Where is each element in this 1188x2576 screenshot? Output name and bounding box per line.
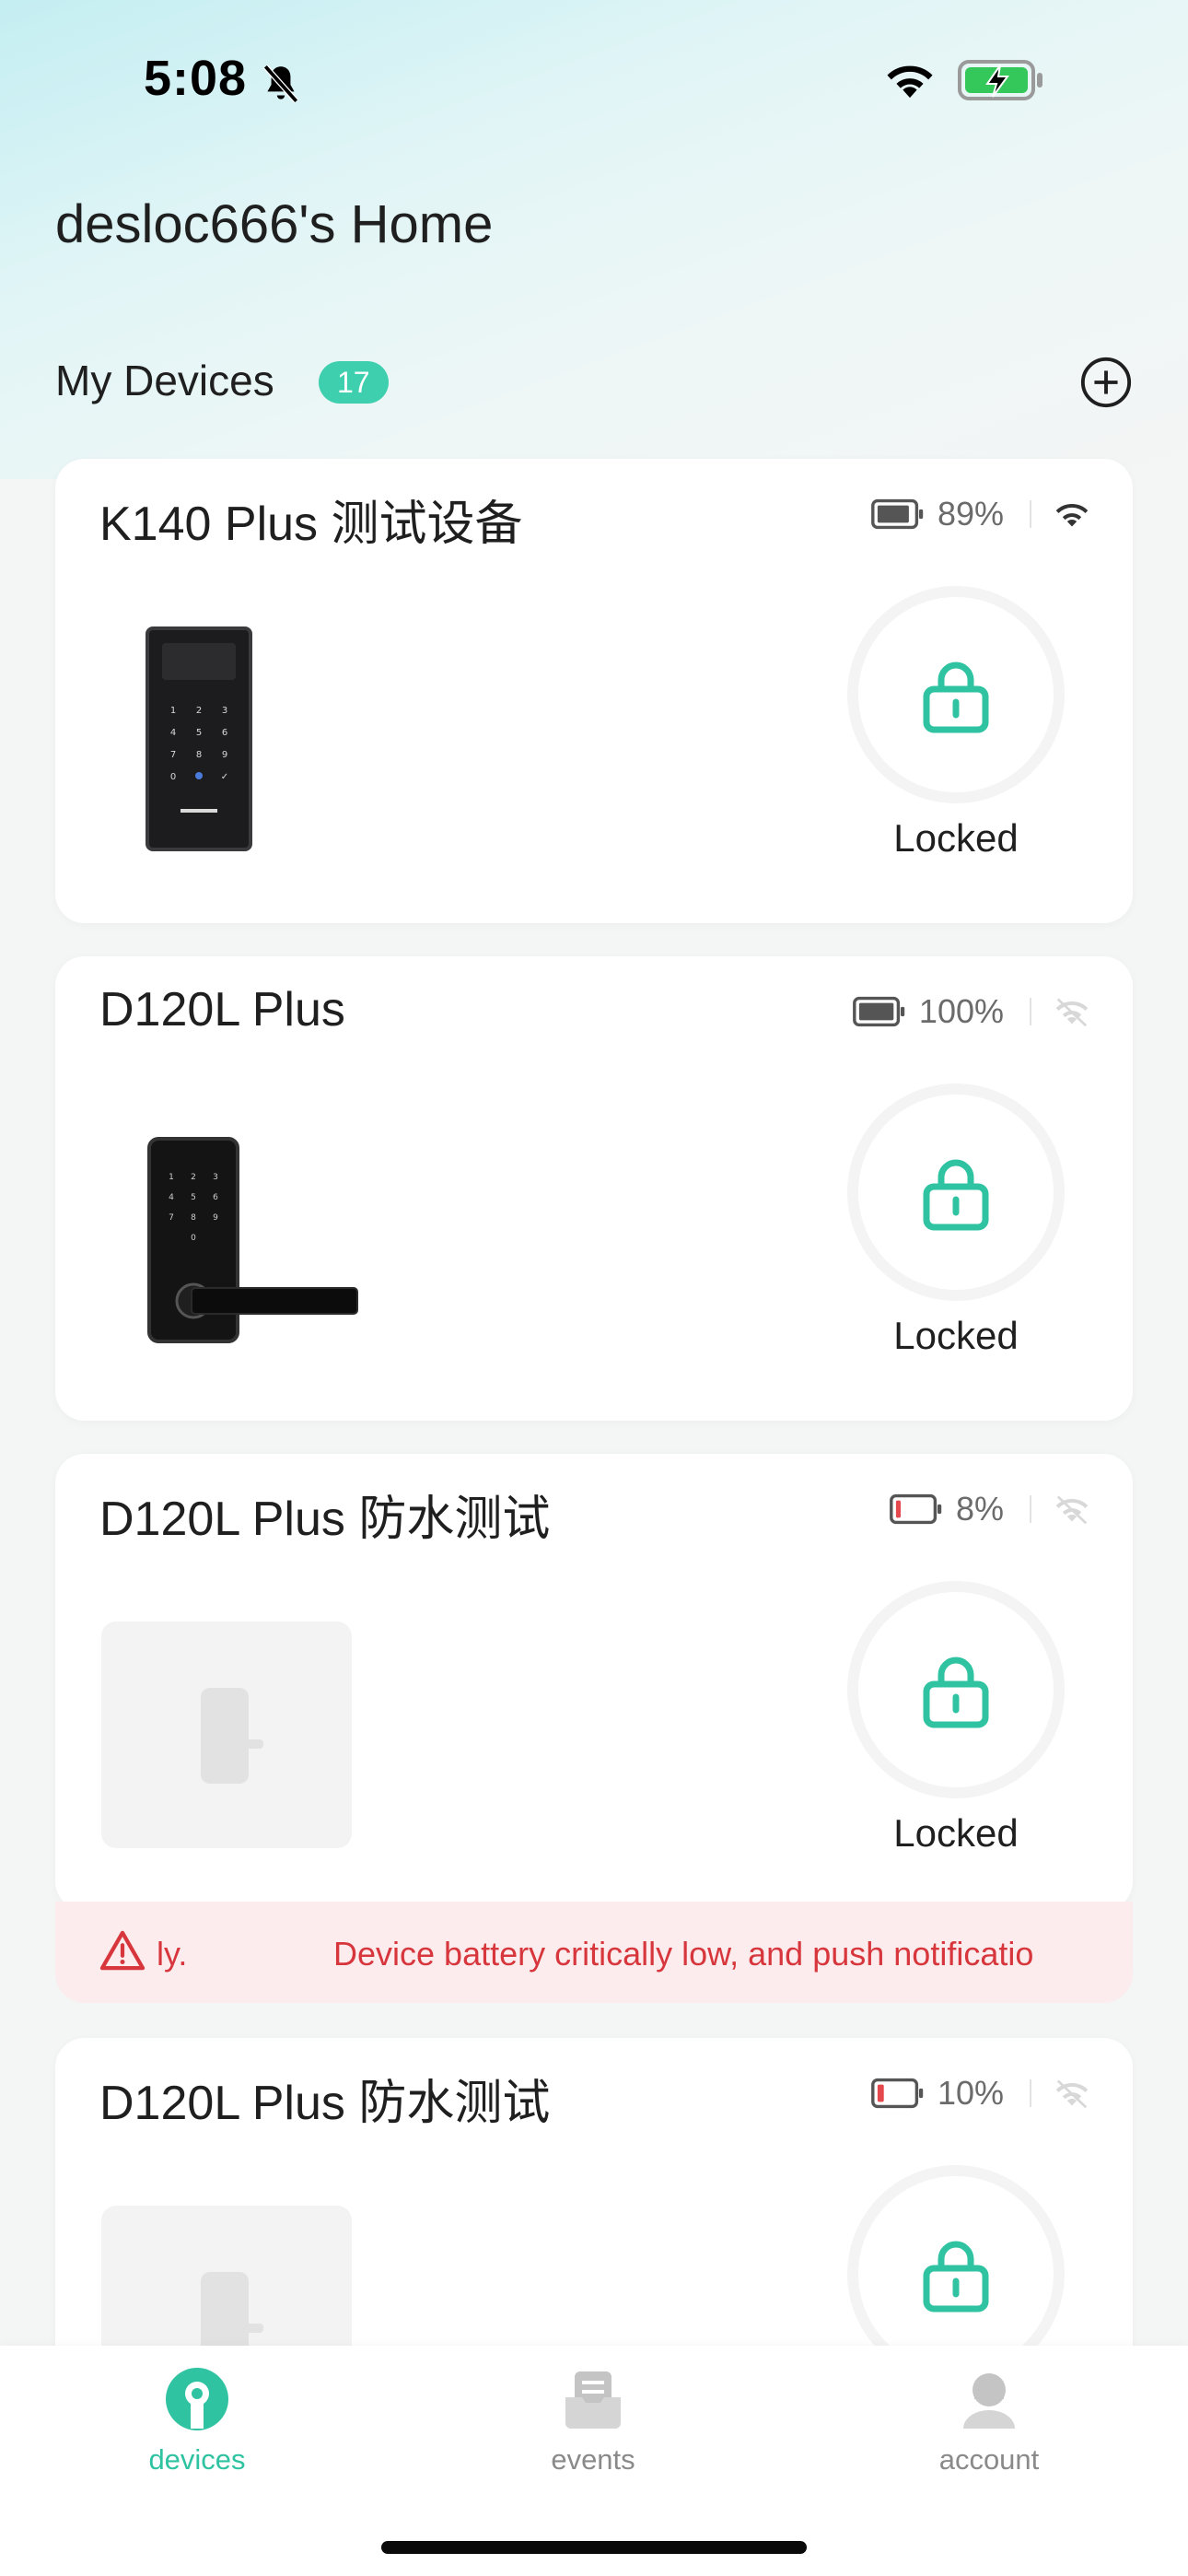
lock-toggle-button[interactable] bbox=[858, 2176, 1054, 2371]
device-status: 8% bbox=[890, 1490, 1092, 1528]
divider bbox=[1030, 998, 1031, 1025]
battery-icon bbox=[853, 996, 905, 1027]
svg-text:3: 3 bbox=[213, 1173, 218, 1182]
svg-text:6: 6 bbox=[213, 1193, 218, 1202]
home-indicator[interactable] bbox=[381, 2541, 807, 2554]
battery-charging-icon bbox=[958, 60, 1042, 100]
door-lock-icon bbox=[201, 1688, 263, 1784]
wifi-off-icon bbox=[1055, 2079, 1089, 2109]
device-name: D120L Plus bbox=[99, 983, 345, 1036]
devices-icon bbox=[166, 2368, 228, 2430]
lock-toggle-button[interactable] bbox=[858, 597, 1054, 792]
alert-text: Device battery critically low, and push … bbox=[333, 1935, 1034, 1973]
svg-text:7: 7 bbox=[170, 750, 176, 760]
battery-percent: 100% bbox=[918, 992, 1004, 1030]
svg-text:4: 4 bbox=[170, 728, 176, 738]
tab-label: events bbox=[551, 2443, 635, 2476]
wifi-icon bbox=[887, 65, 933, 99]
svg-text:5: 5 bbox=[196, 728, 202, 738]
svg-text:8: 8 bbox=[191, 1213, 196, 1223]
device-name: D120L Plus 防水测试 bbox=[99, 2077, 551, 2130]
lock-state-label: Locked bbox=[893, 816, 1019, 860]
battery-low-icon bbox=[890, 1493, 942, 1525]
divider bbox=[1030, 500, 1031, 528]
tab-devices[interactable]: devices bbox=[87, 2366, 308, 2495]
svg-text:0: 0 bbox=[170, 772, 176, 782]
device-name: D120L Plus 防水测试 bbox=[99, 1493, 551, 1546]
device-card[interactable]: D120L Plus 防水测试 8% Locked bbox=[55, 1454, 1133, 1911]
battery-percent: 10% bbox=[937, 2074, 1004, 2112]
alert-text-fragment: ly. bbox=[157, 1935, 188, 1973]
lock-icon bbox=[923, 1657, 989, 1728]
svg-text:✓: ✓ bbox=[221, 772, 228, 782]
wifi-off-icon bbox=[1055, 998, 1089, 1027]
lock-toggle-button[interactable] bbox=[858, 1095, 1054, 1290]
divider bbox=[1030, 2079, 1031, 2107]
device-placeholder-image bbox=[101, 1622, 352, 1848]
smart-lock-lever-image: 1 2 3 4 5 6 7 8 9 0 bbox=[147, 1137, 358, 1343]
svg-text:9: 9 bbox=[222, 750, 227, 760]
battery-low-icon bbox=[871, 2078, 924, 2109]
status-bar: 5:08 bbox=[0, 0, 1188, 157]
lock-toggle-button[interactable] bbox=[858, 1592, 1054, 1787]
wifi-off-icon bbox=[1055, 1495, 1089, 1525]
svg-text:2: 2 bbox=[191, 1173, 196, 1182]
lock-state-label: Locked bbox=[893, 1314, 1019, 1357]
device-status: 89% bbox=[871, 495, 1092, 533]
device-card[interactable]: K140 Plus 测试设备 89% 1 2 3 4 5 6 7 8 9 0 ✓ Locke… bbox=[55, 459, 1133, 923]
my-devices-header: My Devices 17 bbox=[55, 350, 1133, 415]
divider bbox=[1030, 1495, 1031, 1523]
bell-slash-icon bbox=[262, 64, 299, 103]
warning-icon bbox=[99, 1930, 146, 1971]
home-title[interactable]: desloc666's Home bbox=[55, 193, 493, 255]
svg-text:1: 1 bbox=[170, 706, 176, 716]
device-status: 10% bbox=[871, 2074, 1092, 2112]
tab-events[interactable]: events bbox=[483, 2366, 704, 2495]
lock-icon bbox=[923, 2241, 989, 2313]
low-battery-alert[interactable]: ly. Device battery critically low, and p… bbox=[55, 1902, 1133, 2003]
section-title: My Devices bbox=[55, 357, 274, 404]
tab-account[interactable]: account bbox=[879, 2366, 1100, 2495]
account-icon bbox=[963, 2373, 1015, 2429]
svg-text:4: 4 bbox=[169, 1193, 174, 1202]
svg-text:9: 9 bbox=[213, 1213, 218, 1223]
smart-lock-image: 1 2 3 4 5 6 7 8 9 0 ✓ bbox=[146, 626, 252, 851]
lock-state-label: Locked bbox=[893, 1811, 1019, 1855]
tab-label: account bbox=[938, 2443, 1040, 2476]
status-time: 5:08 bbox=[144, 51, 248, 106]
alert-marquee: ly. Device battery critically low, and p… bbox=[157, 1902, 1087, 2003]
battery-percent: 8% bbox=[955, 1490, 1004, 1528]
svg-text:7: 7 bbox=[169, 1213, 174, 1223]
device-card[interactable]: D120L Plus 100% 1 2 3 4 5 6 7 8 9 0 Locked bbox=[55, 956, 1133, 1421]
svg-text:2: 2 bbox=[196, 706, 202, 716]
device-status: 100% bbox=[853, 992, 1092, 1030]
events-icon bbox=[565, 2371, 621, 2429]
wifi-icon bbox=[1055, 503, 1089, 527]
lock-icon bbox=[923, 1159, 989, 1231]
tab-label: devices bbox=[148, 2443, 246, 2476]
device-name: K140 Plus 测试设备 bbox=[99, 498, 523, 551]
device-count-badge: 17 bbox=[319, 361, 389, 404]
plus-circle-icon[interactable] bbox=[1079, 356, 1133, 409]
battery-percent: 89% bbox=[937, 495, 1004, 533]
lock-icon bbox=[923, 662, 989, 733]
battery-icon bbox=[871, 498, 924, 530]
svg-text:3: 3 bbox=[222, 706, 227, 716]
svg-text:5: 5 bbox=[191, 1193, 196, 1202]
svg-text:0: 0 bbox=[191, 1234, 196, 1243]
svg-text:6: 6 bbox=[222, 728, 227, 738]
svg-text:1: 1 bbox=[169, 1173, 174, 1182]
svg-text:8: 8 bbox=[196, 750, 202, 760]
